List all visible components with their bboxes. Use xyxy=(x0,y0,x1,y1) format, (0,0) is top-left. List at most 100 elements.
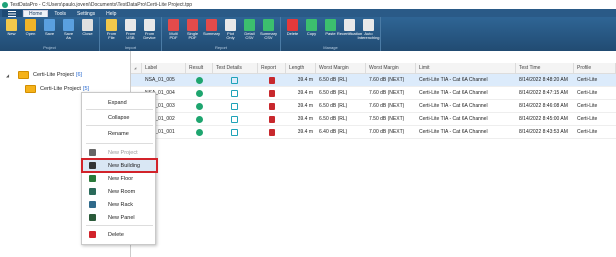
column-header[interactable]: Length xyxy=(286,63,316,74)
tab-home[interactable]: Home xyxy=(23,10,49,17)
ribbon-button-1-0[interactable]: From File xyxy=(102,18,121,45)
ribbon-button-label: Auto Interenching xyxy=(357,31,380,40)
ribbon-button-1-1[interactable]: From USB xyxy=(121,18,140,45)
column-header[interactable]: Worst Margin xyxy=(316,63,366,74)
recertification-icon xyxy=(344,19,355,31)
test-details-icon[interactable] xyxy=(231,116,238,123)
ribbon-button-2-2[interactable]: Summary xyxy=(202,18,221,45)
menu-item-label: New Floor xyxy=(108,175,134,182)
cell-time: 8/14/2022 8:46:08 AM xyxy=(519,103,568,109)
ribbon-button-label: Summary xyxy=(202,31,221,36)
menu-item-label: Collapse xyxy=(108,114,130,121)
open-folder-icon xyxy=(25,19,36,31)
column-header[interactable]: Limit xyxy=(416,63,516,74)
cell-margin2: 7.00 dB (NEXT) xyxy=(369,129,405,135)
ribbon-group-title: Import xyxy=(124,45,137,50)
pdf-report-icon[interactable] xyxy=(269,129,275,136)
ribbon-group-3: Delete Copy Paste Recertification Auto Inter… xyxy=(281,17,381,51)
ribbon-button-2-0[interactable]: Multi PDF xyxy=(164,18,183,45)
menu-item-label: Expand xyxy=(108,99,127,106)
menu-item-new-project[interactable]: New Project xyxy=(82,146,157,159)
auto-interenching-icon xyxy=(363,19,374,31)
column-header[interactable]: Worst Margin xyxy=(366,63,416,74)
ribbon-button-label: Delete xyxy=(286,31,299,36)
table-row[interactable]: NSA_01_003 39.4 m 6.50 dB (RL) 7.60 dB (NEX… xyxy=(131,100,616,113)
ribbon-button-3-4[interactable]: Auto Interenching xyxy=(357,18,380,45)
ribbon-button-2-3[interactable]: Plot Only xyxy=(221,18,240,45)
ribbon-button-2-5[interactable]: Summary CSV xyxy=(259,18,278,45)
table-row[interactable]: NSA_01_004 39.4 m 6.50 dB (RL) 7.60 dB (NEX… xyxy=(131,87,616,100)
table-row[interactable]: NSA_01_005 39.4 m 6.50 dB (RL) 7.60 dB (NEX… xyxy=(131,74,616,87)
cell-limit: Certi-Lite TIA - Cat 6A Channel xyxy=(419,116,488,122)
menu-item-new-floor[interactable]: New Floor xyxy=(82,172,157,185)
ribbon-button-0-0[interactable]: New xyxy=(2,18,21,45)
menu-item-delete[interactable]: Delete xyxy=(82,228,157,241)
menu-item-new-rack[interactable]: New Rack xyxy=(82,198,157,211)
file-menu-button[interactable] xyxy=(2,10,22,17)
tab-settings[interactable]: Settings xyxy=(72,10,100,17)
column-header[interactable]: Test Details xyxy=(213,63,258,74)
menu-item-label: New Panel xyxy=(108,214,135,221)
project-folder-icon xyxy=(18,71,29,79)
ribbon-button-3-0[interactable]: Delete xyxy=(283,18,302,45)
app-icon xyxy=(2,1,8,8)
cell-time: 8/14/2022 8:47:15 AM xyxy=(519,90,568,96)
pass-check-icon xyxy=(196,77,203,84)
menu-item-collapse[interactable]: Collapse xyxy=(82,111,157,124)
pass-check-icon xyxy=(196,103,203,110)
single-pdf-icon xyxy=(187,19,198,31)
ribbon-button-0-3[interactable]: Save As xyxy=(59,18,78,45)
cell-margin1: 6.50 dB (RL) xyxy=(319,116,348,122)
ribbon-button-label: Multi PDF xyxy=(169,31,178,40)
cell-profile: Certi-Lite xyxy=(577,77,598,83)
pdf-report-icon[interactable] xyxy=(269,103,275,110)
ribbon-button-0-2[interactable]: Save xyxy=(40,18,59,45)
pdf-report-icon[interactable] xyxy=(269,116,275,123)
test-details-icon[interactable] xyxy=(231,90,238,97)
menu-item-new-panel[interactable]: New Panel xyxy=(82,211,157,224)
header-sort-icon[interactable]: ◢ xyxy=(131,63,142,74)
tree-root-item[interactable]: ◢ Certi-Lite Project [6] xyxy=(6,71,82,79)
ribbon-button-2-1[interactable]: Single PDF xyxy=(183,18,202,45)
tab-tools[interactable]: Tools xyxy=(49,10,71,17)
column-header[interactable]: Test Time xyxy=(516,63,574,74)
table-row[interactable]: NSA_01_001 39.4 m 6.40 dB (RL) 7.00 dB (NEX… xyxy=(131,126,616,139)
ribbon-button-0-4[interactable]: Close xyxy=(78,18,97,45)
column-header[interactable]: Label xyxy=(142,63,186,74)
test-details-icon[interactable] xyxy=(231,77,238,84)
multi-pdf-icon xyxy=(168,19,179,31)
ribbon-button-0-1[interactable]: Open xyxy=(21,18,40,45)
menu-item-new-room[interactable]: New Room xyxy=(82,185,157,198)
ribbon-group-1: From File From USB From Device Import xyxy=(100,17,162,51)
cell-time: 8/14/2022 8:45:00 AM xyxy=(519,116,568,122)
results-table: ◢ Label Result Test Details Report Length Wors… xyxy=(131,63,616,257)
tab-help[interactable]: Help xyxy=(101,10,121,17)
ribbon-button-2-4[interactable]: Detail CSV xyxy=(240,18,259,45)
tree-child-item[interactable]: Certi-Lite Project [5] xyxy=(25,85,89,93)
cell-profile: Certi-Lite xyxy=(577,90,598,96)
new-project-icon xyxy=(6,19,17,31)
context-menu: Expand Collapse Rename New Project New Build… xyxy=(81,92,158,245)
test-details-icon[interactable] xyxy=(231,129,238,136)
menu-item-expand[interactable]: Expand xyxy=(82,96,157,109)
menu-item-rename[interactable]: Rename xyxy=(82,127,157,140)
column-header[interactable]: Report xyxy=(258,63,286,74)
column-header[interactable]: Profile xyxy=(574,63,616,74)
collapse-caret-icon[interactable]: ◢ xyxy=(6,73,18,78)
ribbon-button-label: From File xyxy=(106,31,117,40)
pdf-report-icon[interactable] xyxy=(269,90,275,97)
ribbon-button-1-2[interactable]: From Device xyxy=(140,18,159,45)
ribbon-button-3-3[interactable]: Recertification xyxy=(337,18,362,45)
column-header[interactable]: Result xyxy=(186,63,213,74)
menu-item-label: New Building xyxy=(108,162,141,169)
ribbon-button-3-1[interactable]: Copy xyxy=(302,18,321,45)
cell-limit: Certi-Lite TIA - Cat 6A Channel xyxy=(419,90,488,96)
ribbon-button-label: Copy xyxy=(306,31,317,36)
test-details-icon[interactable] xyxy=(231,103,238,110)
title-bar: TestDataPro - C:\Users\paulo.joveni\Docu… xyxy=(0,0,616,9)
cell-margin2: 7.60 dB (NEXT) xyxy=(369,90,405,96)
menu-item-new-building[interactable]: New Building xyxy=(81,158,158,173)
pdf-report-icon[interactable] xyxy=(269,77,275,84)
table-row[interactable]: NSA_01_002 39.4 m 6.50 dB (RL) 7.50 dB (NEX… xyxy=(131,113,616,126)
ribbon-button-label: From USB xyxy=(125,31,136,40)
